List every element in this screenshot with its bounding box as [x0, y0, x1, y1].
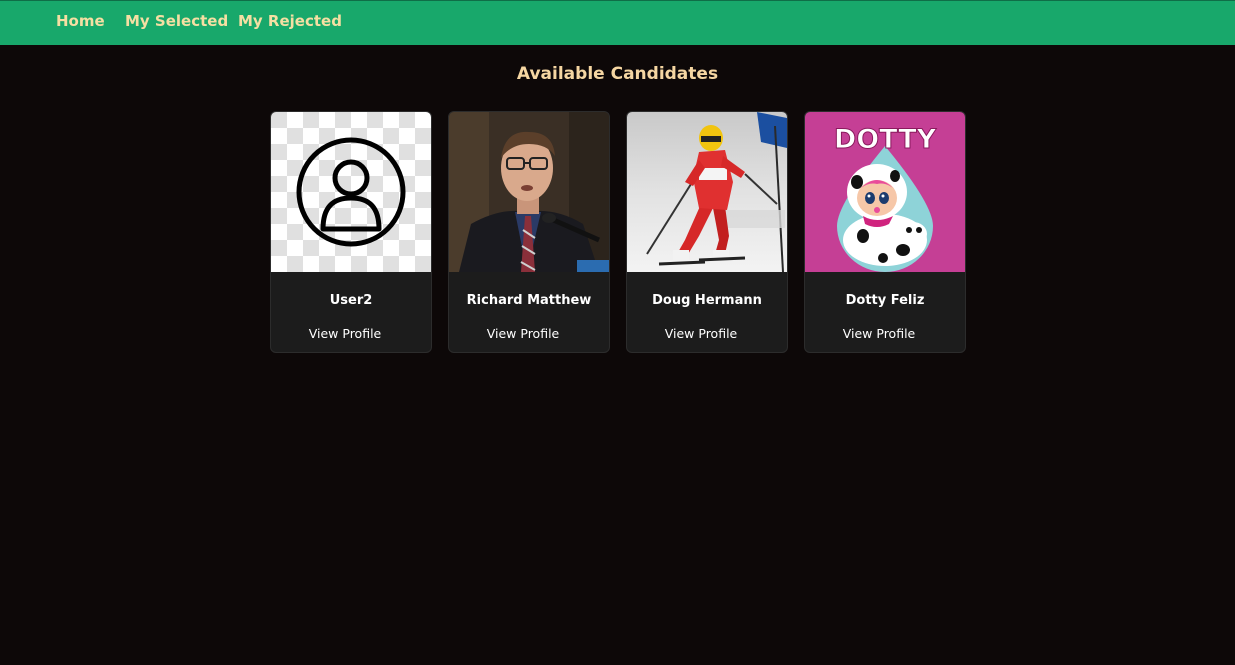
candidate-name: Dotty Feliz	[845, 293, 925, 308]
cartoon-doll-photo-icon: DOTTY	[805, 112, 965, 272]
page-title: Available Candidates	[516, 64, 719, 84]
man-speaking-photo-icon	[449, 112, 609, 272]
view-profile-link[interactable]: View Profile	[271, 326, 419, 341]
candidate-photo: DOTTY	[805, 112, 965, 272]
candidate-name: Doug Hermann	[652, 293, 762, 308]
view-profile-link[interactable]: View Profile	[627, 326, 775, 341]
dotty-logo-text: DOTTY	[834, 124, 937, 155]
candidate-name: Richard Matthew	[466, 293, 592, 308]
candidate-card: DOTTY Dotty Feliz View Profile	[804, 111, 966, 353]
candidate-photo	[627, 112, 787, 272]
candidate-photo	[449, 112, 609, 272]
top-navbar: Home My Selected My Rejected	[0, 0, 1235, 45]
candidate-photo	[271, 112, 431, 272]
default-user-avatar-icon	[271, 112, 431, 272]
candidate-card: Doug Hermann View Profile	[626, 111, 788, 353]
nav-my-rejected-link[interactable]: My Rejected	[238, 12, 342, 30]
candidate-card: Richard Matthew View Profile	[448, 111, 610, 353]
candidate-card: User2 View Profile	[270, 111, 432, 353]
skier-photo-icon	[627, 112, 787, 272]
nav-my-selected-link[interactable]: My Selected	[125, 12, 228, 30]
view-profile-link[interactable]: View Profile	[805, 326, 953, 341]
candidate-name: User2	[329, 293, 373, 308]
view-profile-link[interactable]: View Profile	[449, 326, 597, 341]
nav-home-link[interactable]: Home	[56, 12, 105, 30]
